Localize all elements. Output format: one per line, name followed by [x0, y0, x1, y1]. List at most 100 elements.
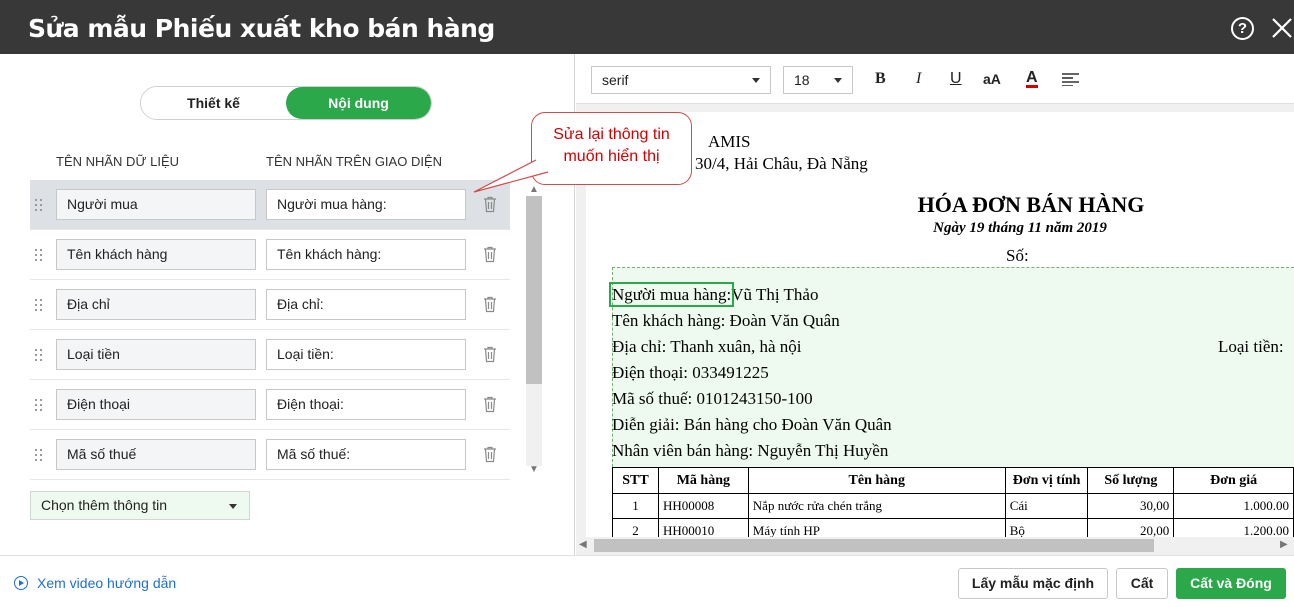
scroll-right-icon[interactable]: ▶: [1280, 539, 1288, 550]
table-cell: 1: [612, 493, 659, 519]
preview-horizontal-scrollbar[interactable]: ◀ ▶: [576, 537, 1294, 555]
tab-design[interactable]: Thiết kế: [141, 87, 286, 119]
table-header-row: STT Mã hàng Tên hàng Đơn vị tính Số lượn…: [612, 467, 1294, 494]
invoice-preview: AMIS 30/4, Hải Châu, Đà Nẵng HÓA ĐƠN BÁN…: [586, 112, 1294, 537]
underline-button[interactable]: U: [950, 70, 962, 88]
invoice-number-label: Số:: [1006, 246, 1029, 265]
load-default-template-button[interactable]: Lấy mẫu mặc định: [958, 568, 1108, 599]
table-cell: Nắp nước rửa chén trắng: [747, 493, 1006, 519]
field-row: Loại tiền Loại tiền:: [30, 330, 510, 380]
scroll-left-icon[interactable]: ◀: [579, 539, 587, 550]
drag-handle-icon[interactable]: [35, 199, 45, 211]
text-case-button[interactable]: aA: [983, 71, 1001, 87]
field-settings-panel: Thiết kế Nội dung TÊN NHÃN DỮ LIỆU TÊN N…: [0, 54, 575, 555]
currency-line: Loại tiền:: [1218, 337, 1284, 356]
font-family-select[interactable]: serif: [591, 66, 771, 94]
add-more-info-select[interactable]: Chọn thêm thông tin: [30, 491, 250, 520]
scrollbar-thumb[interactable]: [594, 539, 1154, 552]
save-button[interactable]: Cất: [1116, 568, 1168, 599]
drag-handle-icon[interactable]: [35, 399, 45, 411]
trash-icon[interactable]: [483, 446, 497, 463]
buyer-value: Vũ Thị Thảo: [731, 285, 819, 304]
data-label-field: Mã số thuế: [56, 439, 256, 470]
tab-content[interactable]: Nội dung: [286, 87, 431, 119]
table-row: 2 HH00010 Máy tính HP Bộ 20,00 1.200.00: [612, 518, 1294, 537]
drag-handle-icon[interactable]: [35, 449, 45, 461]
table-cell: 1.200.00: [1173, 518, 1294, 537]
column-header: Số lượng: [1087, 467, 1175, 494]
description-line: Diễn giải: Bán hàng cho Đoàn Văn Quân: [612, 415, 892, 434]
trash-icon[interactable]: [483, 296, 497, 313]
dialog-footer: Xem video hướng dẫn Lấy mẫu mặc định Cất…: [0, 555, 1294, 607]
column-header: Đơn giá: [1173, 467, 1294, 494]
column-header: Đơn vị tính: [1004, 467, 1089, 494]
ui-label-input[interactable]: Người mua hàng:: [266, 189, 466, 220]
align-left-icon[interactable]: [1062, 73, 1079, 86]
tax-code-line: Mã số thuế: 0101243150-100: [612, 389, 813, 408]
chevron-down-icon: [752, 78, 760, 83]
drag-handle-icon[interactable]: [35, 349, 45, 361]
data-label-field: Tên khách hàng: [56, 239, 256, 270]
field-row: Người mua Người mua hàng:: [30, 180, 510, 230]
phone-line: Điện thoại: 033491225: [612, 363, 769, 382]
ui-label-input[interactable]: Loại tiền:: [266, 339, 466, 370]
help-icon[interactable]: ?: [1231, 17, 1254, 40]
trash-icon[interactable]: [483, 196, 497, 213]
trash-icon[interactable]: [483, 246, 497, 263]
column-header: Tên hàng: [747, 467, 1006, 494]
bold-button[interactable]: B: [875, 70, 886, 88]
annotation-callout: Sửa lại thông tin muốn hiển thị: [531, 112, 692, 185]
table-cell: 2: [612, 518, 659, 537]
invoice-title: HÓA ĐƠN BÁN HÀNG: [917, 192, 1145, 217]
callout-pointer: [473, 159, 549, 193]
ui-label-input[interactable]: Mã số thuế:: [266, 439, 466, 470]
company-address: 30/4, Hải Châu, Đà Nẵng: [695, 154, 868, 173]
data-label-field: Địa chỉ: [56, 289, 256, 320]
add-more-info-label: Chọn thêm thông tin: [41, 497, 168, 513]
buyer-label[interactable]: Người mua hàng:: [608, 282, 735, 307]
scroll-down-icon[interactable]: ▼: [529, 464, 539, 475]
text-color-button[interactable]: A: [1026, 70, 1038, 88]
field-row: Địa chỉ Địa chỉ:: [30, 280, 510, 330]
drag-handle-icon[interactable]: [35, 249, 45, 261]
dialog-title: Sửa mẫu Phiếu xuất kho bán hàng: [28, 14, 495, 43]
table-cell: 1.000.00: [1173, 493, 1294, 519]
ui-label-input[interactable]: Địa chỉ:: [266, 289, 466, 320]
font-size-select[interactable]: 18: [783, 66, 853, 94]
table-cell: HH00008: [657, 493, 749, 519]
drag-handle-icon[interactable]: [35, 299, 45, 311]
table-cell: Máy tính HP: [747, 518, 1006, 537]
scrollbar-thumb[interactable]: [526, 196, 542, 384]
video-guide-link[interactable]: Xem video hướng dẫn: [14, 575, 176, 591]
ui-label-input[interactable]: Tên khách hàng:: [266, 239, 466, 270]
font-size-value: 18: [794, 72, 810, 88]
table-cell: 20,00: [1087, 518, 1175, 537]
chevron-down-icon: [229, 504, 237, 509]
company-name: AMIS: [708, 132, 751, 151]
field-list-scrollbar[interactable]: ▲ ▼: [526, 184, 542, 476]
callout-line-2: muốn hiển thị: [563, 148, 660, 165]
dialog-titlebar: Sửa mẫu Phiếu xuất kho bán hàng ?: [0, 0, 1294, 54]
field-row: Mã số thuế Mã số thuế:: [30, 430, 510, 480]
salesperson-line: Nhân viên bán hàng: Nguyễn Thị Huyền: [612, 441, 889, 460]
chevron-down-icon: [834, 78, 842, 83]
address-line: Địa chỉ: Thanh xuân, hà nội: [612, 337, 802, 356]
save-and-close-button[interactable]: Cất và Đóng: [1176, 568, 1286, 599]
video-guide-label: Xem video hướng dẫn: [37, 575, 177, 591]
buyer-line: Người mua hàng:Vũ Thị Thảo: [608, 282, 819, 307]
invoice-date: Ngày 19 tháng 11 năm 2019: [933, 220, 1107, 236]
table-cell: 30,00: [1087, 493, 1175, 519]
mode-toggle: Thiết kế Nội dung: [140, 86, 432, 120]
trash-icon[interactable]: [483, 346, 497, 363]
data-label-field: Điện thoại: [56, 389, 256, 420]
editor-toolbar: serif 18 B I U aA A: [576, 54, 1294, 104]
data-label-field: Loại tiền: [56, 339, 256, 370]
close-icon[interactable]: [1271, 17, 1293, 39]
data-label-column-header: TÊN NHÃN DỮ LIỆU: [56, 154, 180, 169]
column-header: Mã hàng: [657, 467, 749, 494]
ui-label-column-header: TÊN NHÃN TRÊN GIAO DIỆN: [266, 154, 443, 169]
italic-button[interactable]: I: [916, 70, 921, 88]
customer-line: Tên khách hàng: Đoàn Văn Quân: [612, 311, 840, 330]
ui-label-input[interactable]: Điện thoại:: [266, 389, 466, 420]
trash-icon[interactable]: [483, 396, 497, 413]
